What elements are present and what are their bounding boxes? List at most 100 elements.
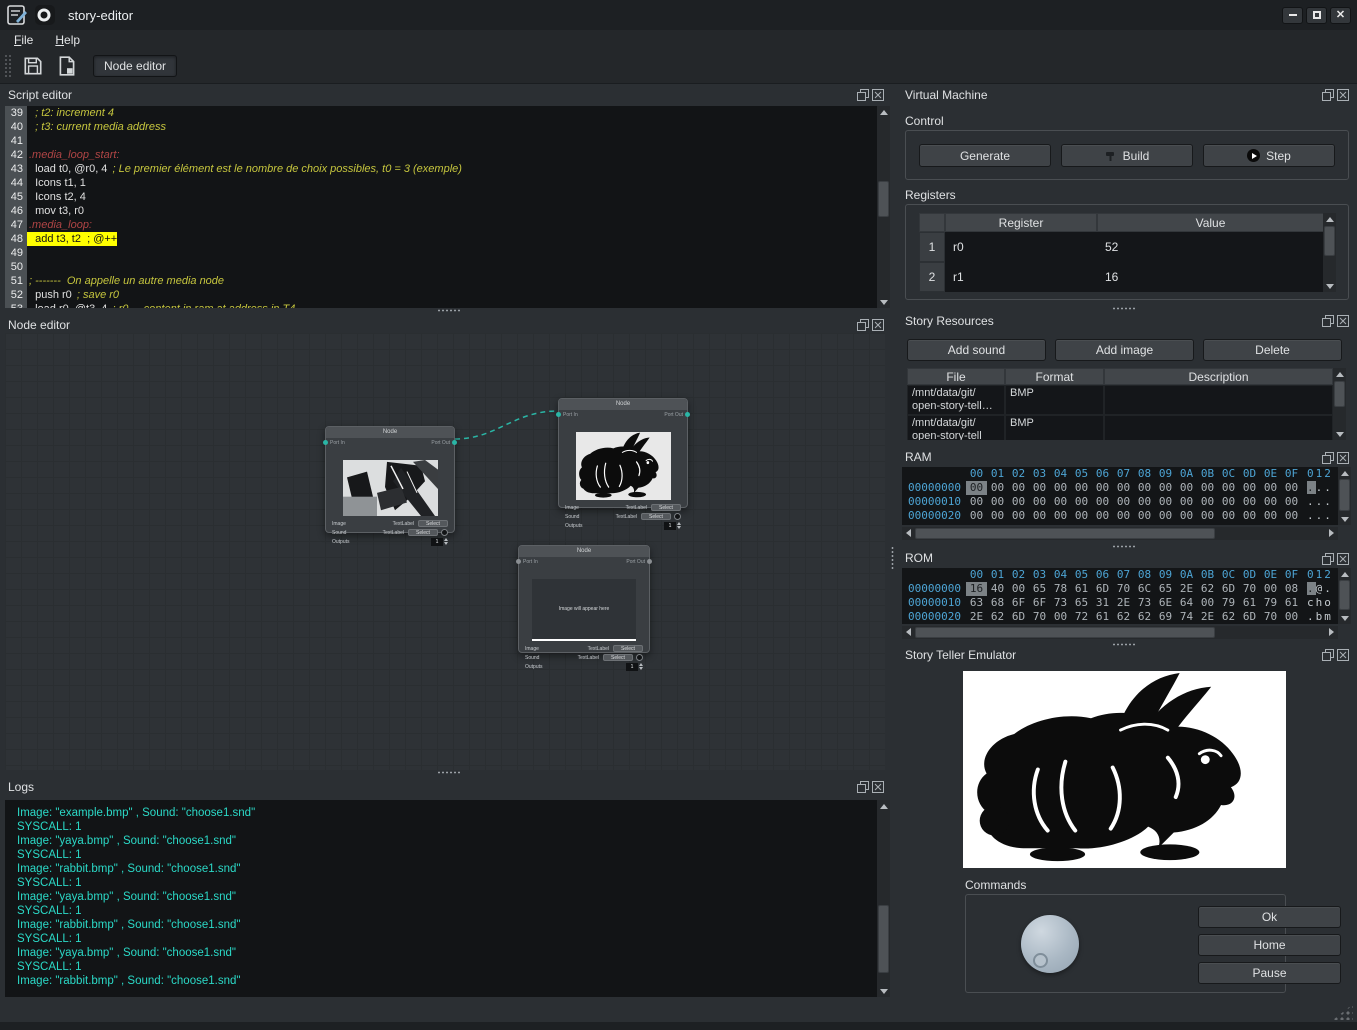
logs-output[interactable]: Image: "example.bmp" , Sound: "choose1.s… bbox=[5, 800, 877, 997]
column-splitter-handle[interactable] bbox=[891, 546, 894, 570]
close-button[interactable]: ✕ bbox=[1330, 7, 1351, 24]
add-image-button[interactable]: Add image bbox=[1055, 339, 1194, 361]
close-panel-icon[interactable] bbox=[872, 781, 884, 793]
scroll-down-icon[interactable] bbox=[880, 300, 888, 305]
splitter-handle[interactable] bbox=[437, 309, 461, 312]
scroll-down-icon[interactable] bbox=[1341, 517, 1349, 522]
scroll-thumb[interactable] bbox=[878, 181, 889, 217]
hex-row[interactable]: 0000001000000000000000000000000000000000… bbox=[902, 495, 1338, 509]
outputs-spinbox[interactable]: 1 bbox=[626, 663, 643, 671]
delete-button[interactable]: Delete bbox=[1203, 339, 1342, 361]
spin-down-icon[interactable] bbox=[639, 667, 643, 670]
outputs-spinbox[interactable]: 1 bbox=[431, 538, 448, 546]
node-editor-toggle-button[interactable]: Node editor bbox=[93, 55, 177, 77]
close-panel-icon[interactable] bbox=[1337, 452, 1349, 464]
scroll-up-icon[interactable] bbox=[1326, 217, 1334, 222]
close-panel-icon[interactable] bbox=[872, 319, 884, 331]
home-button[interactable]: Home bbox=[1198, 934, 1341, 956]
pause-button[interactable]: Pause bbox=[1198, 962, 1341, 984]
resource-row[interactable]: /mnt/data/git/ open-story-tellBMP bbox=[907, 415, 1333, 440]
scroll-thumb[interactable] bbox=[878, 905, 889, 973]
scroll-up-icon[interactable] bbox=[880, 110, 888, 115]
hex-row[interactable]: 000000202E626D70007261626269742E626D7000… bbox=[902, 610, 1338, 624]
float-panel-icon[interactable] bbox=[1322, 649, 1334, 661]
float-panel-icon[interactable] bbox=[1322, 89, 1334, 101]
close-panel-icon[interactable] bbox=[1337, 553, 1349, 565]
close-panel-icon[interactable] bbox=[872, 89, 884, 101]
close-panel-icon[interactable] bbox=[1337, 315, 1349, 327]
resource-row[interactable]: /mnt/data/git/ open-story-tell…BMP bbox=[907, 385, 1333, 415]
rom-hex-view[interactable]: 000102030405060708090A0B0C0D0E0F01200000… bbox=[902, 568, 1338, 624]
ram-hscrollbar[interactable] bbox=[902, 527, 1338, 540]
spin-down-icon[interactable] bbox=[677, 526, 681, 529]
scroll-right-icon[interactable] bbox=[1329, 529, 1334, 537]
port-out-dot[interactable] bbox=[452, 440, 457, 445]
float-panel-icon[interactable] bbox=[857, 781, 869, 793]
register-row[interactable]: 2r116 bbox=[919, 262, 1324, 292]
hex-row[interactable]: 0000000000000000000000000000000000000000… bbox=[902, 481, 1338, 495]
selection-knob[interactable] bbox=[1021, 915, 1079, 973]
script-code-area[interactable]: 39 ; t2: increment 440 ; t3: current med… bbox=[5, 106, 877, 308]
logs-scrollbar[interactable] bbox=[877, 800, 890, 997]
save-button[interactable] bbox=[19, 52, 47, 80]
float-panel-icon[interactable] bbox=[857, 319, 869, 331]
scroll-down-icon[interactable] bbox=[1326, 284, 1334, 289]
spin-up-icon[interactable] bbox=[639, 663, 643, 666]
generate-button[interactable]: Generate bbox=[919, 144, 1051, 167]
minimize-button[interactable] bbox=[1282, 7, 1303, 24]
menu-help[interactable]: Help bbox=[55, 33, 80, 47]
scroll-thumb[interactable] bbox=[1334, 381, 1345, 407]
float-panel-icon[interactable] bbox=[857, 89, 869, 101]
scroll-down-icon[interactable] bbox=[880, 989, 888, 994]
sound-play-icon[interactable] bbox=[636, 654, 643, 661]
build-button[interactable]: Build bbox=[1061, 144, 1193, 167]
sound-select-button[interactable]: Select bbox=[641, 513, 671, 520]
ram-vscrollbar[interactable] bbox=[1338, 467, 1351, 525]
port-out-dot[interactable] bbox=[647, 559, 652, 564]
scroll-up-icon[interactable] bbox=[1341, 471, 1349, 476]
media-node[interactable]: NodePort InPort OutImage will appear her… bbox=[518, 545, 650, 653]
port-in-dot[interactable] bbox=[556, 412, 561, 417]
resources-scrollbar[interactable] bbox=[1333, 368, 1346, 440]
add-sound-button[interactable]: Add sound bbox=[907, 339, 1046, 361]
hex-row[interactable]: 0000001063686F6F7365312E736E640079617961… bbox=[902, 596, 1338, 610]
sound-play-icon[interactable] bbox=[441, 529, 448, 536]
close-panel-icon[interactable] bbox=[1337, 649, 1349, 661]
image-select-button[interactable]: Select bbox=[613, 645, 643, 652]
spin-down-icon[interactable] bbox=[444, 542, 448, 545]
image-select-button[interactable]: Select bbox=[418, 520, 448, 527]
node-canvas[interactable]: NodePort InPort OutImageTextLabelSelectS… bbox=[5, 333, 885, 770]
registers-scrollbar[interactable] bbox=[1323, 213, 1336, 292]
media-node[interactable]: NodePort InPort OutImageTextLabelSelectS… bbox=[558, 398, 688, 508]
scroll-up-icon[interactable] bbox=[880, 804, 888, 809]
splitter-handle[interactable] bbox=[437, 771, 461, 774]
image-select-button[interactable]: Select bbox=[651, 504, 681, 511]
close-panel-icon[interactable] bbox=[1337, 89, 1349, 101]
maximize-button[interactable] bbox=[1306, 7, 1327, 24]
hex-row[interactable]: 000000001640006578616D706C652E626D700008… bbox=[902, 582, 1338, 596]
rom-hscrollbar[interactable] bbox=[902, 626, 1338, 639]
scroll-thumb[interactable] bbox=[1339, 479, 1350, 511]
float-panel-icon[interactable] bbox=[1322, 315, 1334, 327]
scroll-left-icon[interactable] bbox=[906, 529, 911, 537]
port-in-dot[interactable] bbox=[516, 559, 521, 564]
scroll-thumb[interactable] bbox=[1324, 226, 1335, 256]
port-out-dot[interactable] bbox=[685, 412, 690, 417]
spin-up-icon[interactable] bbox=[444, 538, 448, 541]
scroll-right-icon[interactable] bbox=[1329, 628, 1334, 636]
scroll-thumb[interactable] bbox=[915, 528, 1215, 539]
sound-select-button[interactable]: Select bbox=[603, 654, 633, 661]
menu-file[interactable]: File bbox=[14, 33, 33, 47]
step-button[interactable]: Step bbox=[1203, 144, 1335, 167]
sound-select-button[interactable]: Select bbox=[408, 529, 438, 536]
port-in-dot[interactable] bbox=[323, 440, 328, 445]
media-node[interactable]: NodePort InPort OutImageTextLabelSelectS… bbox=[325, 426, 455, 533]
ram-hex-view[interactable]: 000102030405060708090A0B0C0D0E0F01200000… bbox=[902, 467, 1338, 525]
outputs-spinbox[interactable]: 1 bbox=[664, 522, 681, 530]
scroll-down-icon[interactable] bbox=[1336, 432, 1344, 437]
scroll-left-icon[interactable] bbox=[906, 628, 911, 636]
splitter-handle[interactable] bbox=[1112, 307, 1136, 310]
float-panel-icon[interactable] bbox=[1322, 452, 1334, 464]
register-row[interactable]: 1r052 bbox=[919, 232, 1324, 262]
spin-up-icon[interactable] bbox=[677, 522, 681, 525]
